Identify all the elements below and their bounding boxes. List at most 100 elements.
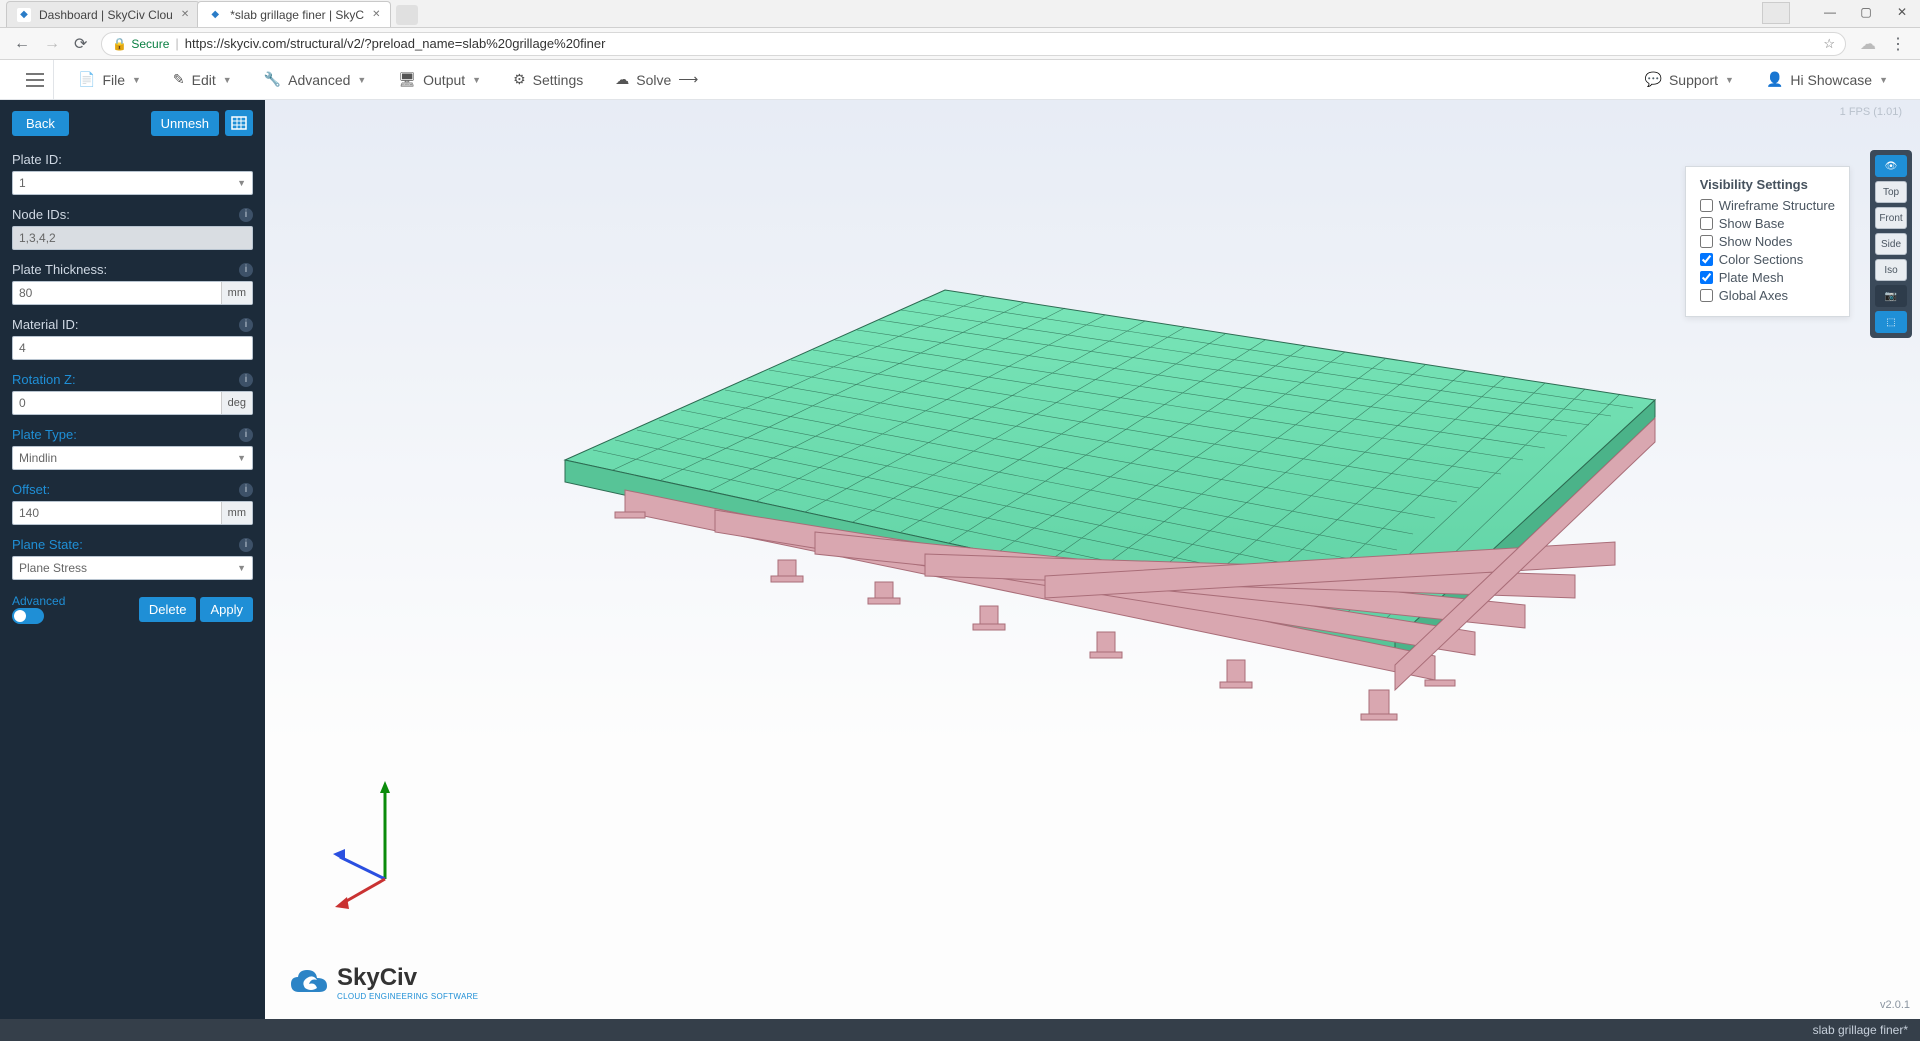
material-input[interactable]: 4 — [12, 336, 253, 360]
menu-solve[interactable]: ☁Solve⟶ — [599, 60, 714, 100]
info-icon[interactable]: i — [239, 263, 253, 277]
status-bar: slab grillage finer* — [0, 1019, 1920, 1041]
chat-icon: 💬 — [1645, 71, 1662, 88]
view-toolbar: 👁 Top Front Side Iso 📷 ⬚ — [1870, 150, 1912, 338]
datasheet-button[interactable] — [225, 110, 253, 136]
menu-output[interactable]: 🖥Output▼ — [382, 60, 497, 100]
info-icon[interactable]: i — [239, 483, 253, 497]
forward-icon[interactable]: → — [44, 35, 60, 53]
hamburger-button[interactable] — [16, 60, 54, 100]
thickness-input[interactable]: 80mm — [12, 281, 253, 305]
gear-icon: ⚙ — [513, 71, 526, 88]
plane-state-label: Plane State:i — [12, 537, 253, 552]
vis-nodes[interactable]: Show Nodes — [1700, 234, 1835, 249]
close-icon[interactable]: ✕ — [181, 9, 189, 20]
view-front-button[interactable]: Front — [1875, 207, 1907, 229]
apply-button[interactable]: Apply — [200, 597, 253, 622]
menu-advanced[interactable]: 🔧Advanced▼ — [248, 60, 383, 100]
vis-color[interactable]: Color Sections — [1700, 252, 1835, 267]
extension-icon[interactable]: ☁ — [1860, 34, 1876, 54]
advanced-toggle[interactable] — [12, 608, 44, 624]
browser-tab-0[interactable]: ◆ Dashboard | SkyCiv Clou ✕ — [6, 1, 200, 27]
status-filename: slab grillage finer* — [1813, 1023, 1908, 1037]
menu-edit[interactable]: ✎Edit▼ — [157, 60, 248, 100]
monitor-icon: 🖥 — [398, 71, 416, 88]
view-iso-button[interactable]: Iso — [1875, 259, 1907, 281]
offset-label: Offset:i — [12, 482, 253, 497]
eye-button[interactable]: 👁 — [1875, 155, 1907, 177]
eye-icon: 👁 — [1885, 161, 1898, 172]
cloud-icon: ☁ — [615, 71, 629, 88]
url-text: https://skyciv.com/structural/v2/?preloa… — [185, 36, 606, 51]
advanced-label: Advanced — [12, 594, 65, 608]
material-label: Material ID:i — [12, 317, 253, 332]
plate-id-label: Plate ID: — [12, 152, 253, 167]
plate-type-select[interactable]: Mindlin▼ — [12, 446, 253, 470]
wrench-icon: 🔧 — [264, 71, 281, 88]
minimize-icon[interactable]: — — [1812, 0, 1848, 24]
vis-wireframe[interactable]: Wireframe Structure — [1700, 198, 1835, 213]
app-menu: 📄File▼ ✎Edit▼ 🔧Advanced▼ 🖥Output▼ ⚙Setti… — [0, 60, 1920, 100]
arrow-right-icon: ⟶ — [678, 71, 698, 88]
view-top-button[interactable]: Top — [1875, 181, 1907, 203]
view-side-button[interactable]: Side — [1875, 233, 1907, 255]
content: Back Unmesh Plate ID: 1▼ Node IDs:i 1,3,… — [0, 100, 1920, 1019]
plate-id-select[interactable]: 1▼ — [12, 171, 253, 195]
new-tab-button[interactable] — [396, 5, 418, 25]
divider: | — [175, 36, 178, 51]
render-button[interactable]: ⬚ — [1875, 311, 1907, 333]
menu-icon[interactable]: ⋮ — [1890, 34, 1906, 54]
unmesh-button[interactable]: Unmesh — [151, 111, 219, 136]
back-button[interactable]: Back — [12, 111, 69, 136]
menu-settings[interactable]: ⚙Settings — [497, 60, 599, 100]
close-icon[interactable]: ✕ — [372, 9, 380, 20]
address-actions: ☆ — [1823, 36, 1835, 52]
sidebar: Back Unmesh Plate ID: 1▼ Node IDs:i 1,3,… — [0, 100, 265, 1019]
offset-input[interactable]: 140mm — [12, 501, 253, 525]
info-icon[interactable]: i — [239, 318, 253, 332]
user-icon: 👤 — [1766, 71, 1783, 88]
vis-base[interactable]: Show Base — [1700, 216, 1835, 231]
info-icon[interactable]: i — [239, 208, 253, 222]
browser-user-icon[interactable] — [1762, 2, 1790, 24]
version-label: v2.0.1 — [1880, 999, 1910, 1011]
file-icon: 📄 — [78, 71, 95, 88]
axis-triad-icon — [325, 779, 445, 909]
camera-icon: 📷 — [1885, 291, 1897, 302]
rotz-label: Rotation Z:i — [12, 372, 253, 387]
cube-icon: ⬚ — [1886, 317, 1895, 328]
rotz-input[interactable]: 0deg — [12, 391, 253, 415]
fps-label: 1 FPS (1.01) — [1840, 106, 1902, 118]
tab-title: *slab grillage finer | SkyC — [230, 8, 364, 22]
logo-name: SkyCiv — [337, 964, 478, 992]
info-icon[interactable]: i — [239, 538, 253, 552]
back-icon[interactable]: ← — [14, 35, 30, 53]
info-icon[interactable]: i — [239, 428, 253, 442]
cloud-icon — [287, 966, 331, 1000]
url-input[interactable]: 🔒 Secure | https://skyciv.com/structural… — [101, 32, 1846, 56]
vis-axes[interactable]: Global Axes — [1700, 288, 1835, 303]
node-ids-label: Node IDs:i — [12, 207, 253, 222]
browser-tabs: ◆ Dashboard | SkyCiv Clou ✕ ◆ *slab gril… — [0, 0, 1920, 28]
browser-tab-1[interactable]: ◆ *slab grillage finer | SkyC ✕ — [197, 1, 391, 27]
plate-type-label: Plate Type:i — [12, 427, 253, 442]
close-icon[interactable]: ✕ — [1884, 0, 1920, 24]
reload-icon[interactable]: ⟳ — [74, 34, 87, 54]
favicon-icon: ◆ — [208, 8, 222, 22]
lock-icon: 🔒 Secure — [112, 37, 169, 51]
app-logo: SkyCiv CLOUD ENGINEERING SOFTWARE — [287, 964, 478, 1001]
node-ids-input[interactable]: 1,3,4,2 — [12, 226, 253, 250]
star-icon[interactable]: ☆ — [1823, 36, 1835, 52]
menu-file[interactable]: 📄File▼ — [62, 60, 157, 100]
vis-mesh[interactable]: Plate Mesh — [1700, 270, 1835, 285]
model-render — [385, 160, 1785, 860]
plane-state-select[interactable]: Plane Stress▼ — [12, 556, 253, 580]
window-controls: — ▢ ✕ — [1812, 0, 1920, 24]
info-icon[interactable]: i — [239, 373, 253, 387]
menu-user[interactable]: 👤Hi Showcase▼ — [1750, 60, 1904, 100]
maximize-icon[interactable]: ▢ — [1848, 0, 1884, 24]
screenshot-button[interactable]: 📷 — [1875, 285, 1907, 307]
delete-button[interactable]: Delete — [139, 597, 197, 622]
viewport-3d[interactable]: 1 FPS (1.01) — [265, 100, 1920, 1019]
menu-support[interactable]: 💬Support▼ — [1629, 60, 1750, 100]
